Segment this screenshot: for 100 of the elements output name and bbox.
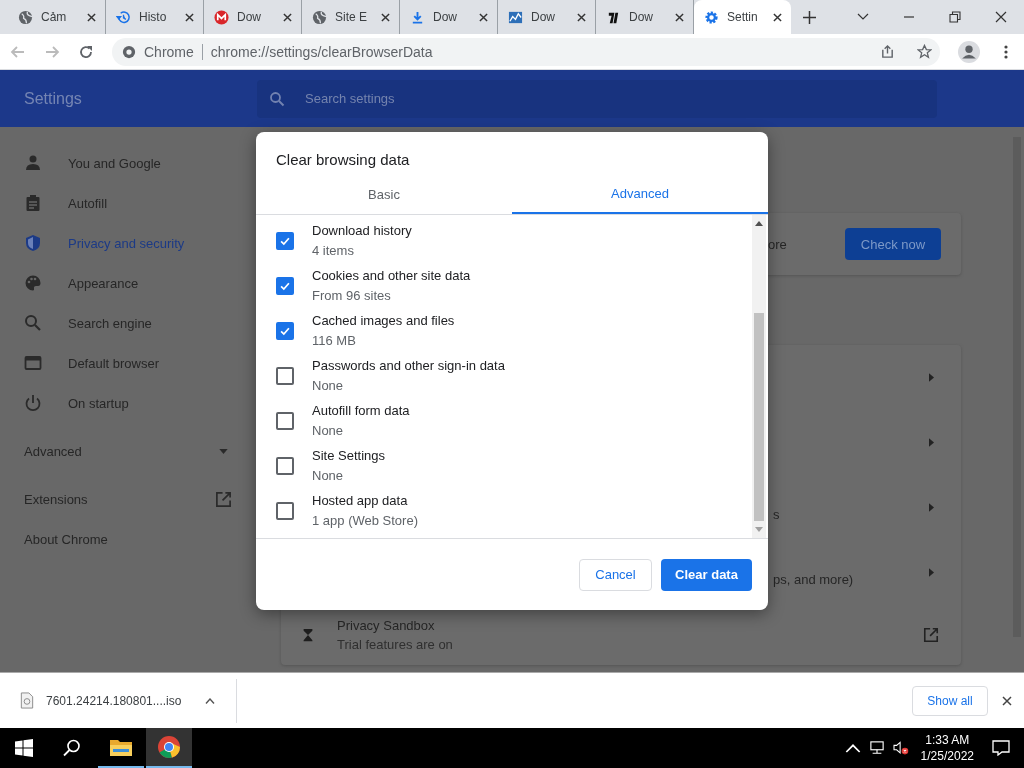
notification-icon[interactable] [992,740,1010,756]
close-icon[interactable] [773,12,782,22]
option-detail: 4 items [312,243,355,258]
site-label: Chrome [144,43,194,60]
sidebar-item[interactable]: Default browser [0,343,256,383]
tab-title: Settin [727,10,759,24]
card-text: ore [768,236,787,252]
checkbox[interactable] [276,411,294,430]
address-bar[interactable]: Chrome chrome://settings/clearBrowserData [112,37,940,66]
download-icon [410,9,425,25]
option-label: Hosted app data [312,493,409,508]
chrome-taskbar-button[interactable] [146,728,192,768]
search-icon [269,90,285,107]
checkbox[interactable] [276,231,294,250]
close-icon[interactable] [381,12,390,22]
sidebar-link[interactable]: About Chrome [0,519,256,559]
arrow-right-icon[interactable] [929,438,934,447]
arrow-right-icon[interactable] [929,568,934,577]
shield-icon [24,234,42,252]
share-icon[interactable] [880,44,895,59]
clock-time[interactable]: 1:33 AM [925,733,970,747]
row-text: s [773,507,780,522]
close-icon[interactable] [283,12,292,22]
search-icon[interactable] [63,739,81,757]
option-detail: 1 app (Web Store) [312,513,418,528]
download-item[interactable]: 7601.24214.180801....iso [0,680,216,721]
settings-icon [704,9,719,25]
url-text: chrome://settings/clearBrowserData [210,43,433,60]
search-input[interactable]: Search settings [303,90,483,107]
check-now-button[interactable]: Check now [845,228,941,260]
option-label: Cookies and other site data [312,268,471,283]
sidebar-link[interactable]: Extensions [0,479,256,519]
arrow-right-icon[interactable] [929,503,934,512]
row-subtitle: Trial features are on [337,637,453,652]
tab-title: Dow [433,10,458,24]
tab-title: Histo [139,10,168,24]
sidebar-item[interactable]: Appearance [0,263,256,303]
globe-icon [312,9,327,25]
dialog-scrollbar[interactable] [752,215,766,538]
star-icon[interactable] [917,44,932,59]
power-icon [24,394,42,412]
tab-title: Cảm [41,10,68,24]
option-label: Site Settings [312,448,385,463]
restore-icon[interactable] [949,11,961,23]
chrome-logo-icon [157,735,181,759]
option-label: Autofill form data [312,403,410,418]
scroll-up-icon[interactable] [755,221,763,226]
dialog-tab[interactable]: Advanced [512,174,768,214]
muted-speaker-icon[interactable] [892,741,909,755]
close-icon[interactable] [479,12,488,22]
option-detail: None [312,423,345,438]
tab-title: Dow [629,10,654,24]
network-icon[interactable] [868,741,885,755]
sidebar-item[interactable]: On startup [0,383,256,423]
sidebar-item[interactable]: Autofill [0,183,256,223]
checkbox[interactable] [276,276,294,295]
option-detail: 116 MB [312,333,357,348]
tab-title: Site E [335,10,368,24]
close-icon[interactable] [185,12,194,22]
checkbox[interactable] [276,366,294,385]
option-label: Cached images and files [312,313,455,328]
cancel-button[interactable]: Cancel [579,558,652,591]
reload-icon[interactable] [78,43,94,60]
external-link-icon[interactable] [923,627,939,643]
sidebar-item[interactable]: You and Google [0,143,256,183]
tab-title: Dow [531,10,556,24]
plus-icon[interactable] [803,10,816,24]
advanced-section[interactable]: Advanced [0,431,256,471]
globe-icon [18,9,33,25]
close-icon[interactable] [577,12,586,22]
option-detail: None [312,468,345,483]
dialog-tab[interactable]: Basic [256,174,512,214]
clear-data-button[interactable]: Clear data [661,558,752,591]
page-title: Settings [23,89,83,108]
checkbox[interactable] [276,501,294,520]
sidebar-item[interactable]: Search engine [0,303,256,343]
avatar-icon[interactable] [958,40,980,63]
search-icon [24,314,42,332]
close-icon[interactable] [87,12,96,22]
chrome-icon [122,44,136,59]
close-icon[interactable] [675,12,684,22]
checkbox[interactable] [276,456,294,475]
close-icon[interactable] [995,11,1007,23]
clock-date[interactable]: 1/25/2022 [920,749,974,763]
arrow-right-icon[interactable] [929,373,934,382]
windows-logo-icon[interactable] [15,739,33,757]
option-label: Passwords and other sign-in data [312,358,505,373]
caret-icon [219,448,228,454]
show-all-button[interactable]: Show all [912,685,988,716]
file-icon [20,692,34,709]
checkbox[interactable] [276,321,294,340]
row-title: Privacy Sandbox [337,618,436,633]
close-icon[interactable] [1002,695,1012,706]
tab-title: Dow [237,10,262,24]
browser-tab[interactable]: Settin [694,0,791,34]
hourglass-icon [301,627,315,643]
browser-window-icon [24,354,42,372]
search-field[interactable]: Search settings [257,79,937,118]
row-text: ps, and more) [773,572,854,587]
clipboard-icon [24,194,42,212]
